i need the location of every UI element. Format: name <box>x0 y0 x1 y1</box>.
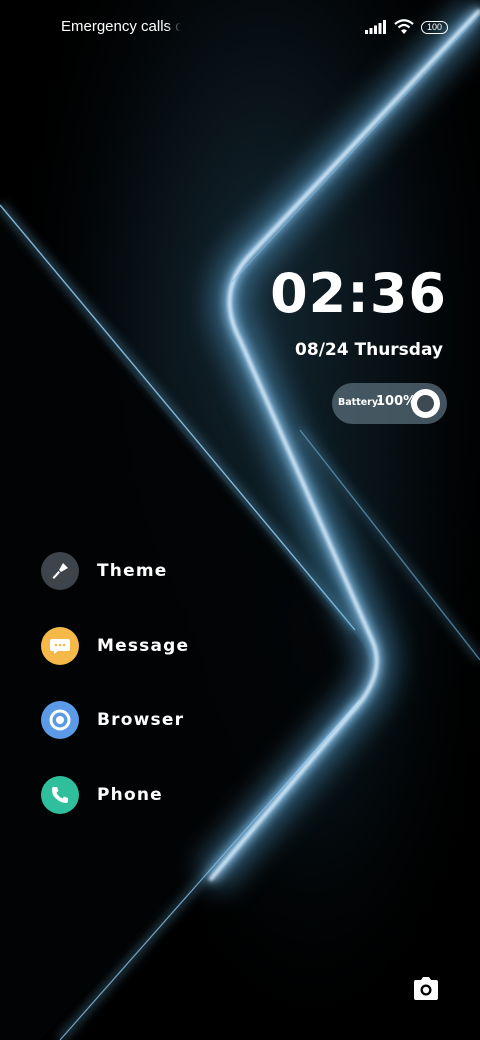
status-icons: 100 <box>364 19 448 35</box>
shortcut-browser[interactable]: Browser <box>41 700 281 740</box>
shortcut-message[interactable]: Message <box>41 626 281 666</box>
shortcut-browser-label: Browser <box>97 710 185 730</box>
battery-icon: 100 <box>420 20 448 34</box>
shortcut-phone[interactable]: Phone <box>41 775 281 815</box>
browser-icon <box>41 701 79 739</box>
shortcut-theme[interactable]: Theme <box>41 551 281 591</box>
brush-icon <box>41 552 79 590</box>
status-bar: Emergency calls only 100 <box>0 0 480 56</box>
camera-icon[interactable] <box>412 976 440 1002</box>
battery-widget[interactable]: Battery: 100% <box>332 383 447 424</box>
message-icon <box>41 627 79 665</box>
signal-icon <box>364 20 386 34</box>
lockscreen-clock: 02:36 <box>270 262 447 325</box>
phone-icon <box>41 776 79 814</box>
battery-ring-icon <box>411 389 440 418</box>
carrier-text: Emergency calls only <box>61 18 181 35</box>
shortcut-phone-label: Phone <box>97 785 163 805</box>
shortcut-theme-label: Theme <box>97 561 168 581</box>
wallpaper <box>0 0 480 1040</box>
wifi-icon <box>394 19 414 34</box>
shortcut-message-label: Message <box>97 636 190 656</box>
lockscreen-date: 08/24 Thursday <box>295 340 443 360</box>
